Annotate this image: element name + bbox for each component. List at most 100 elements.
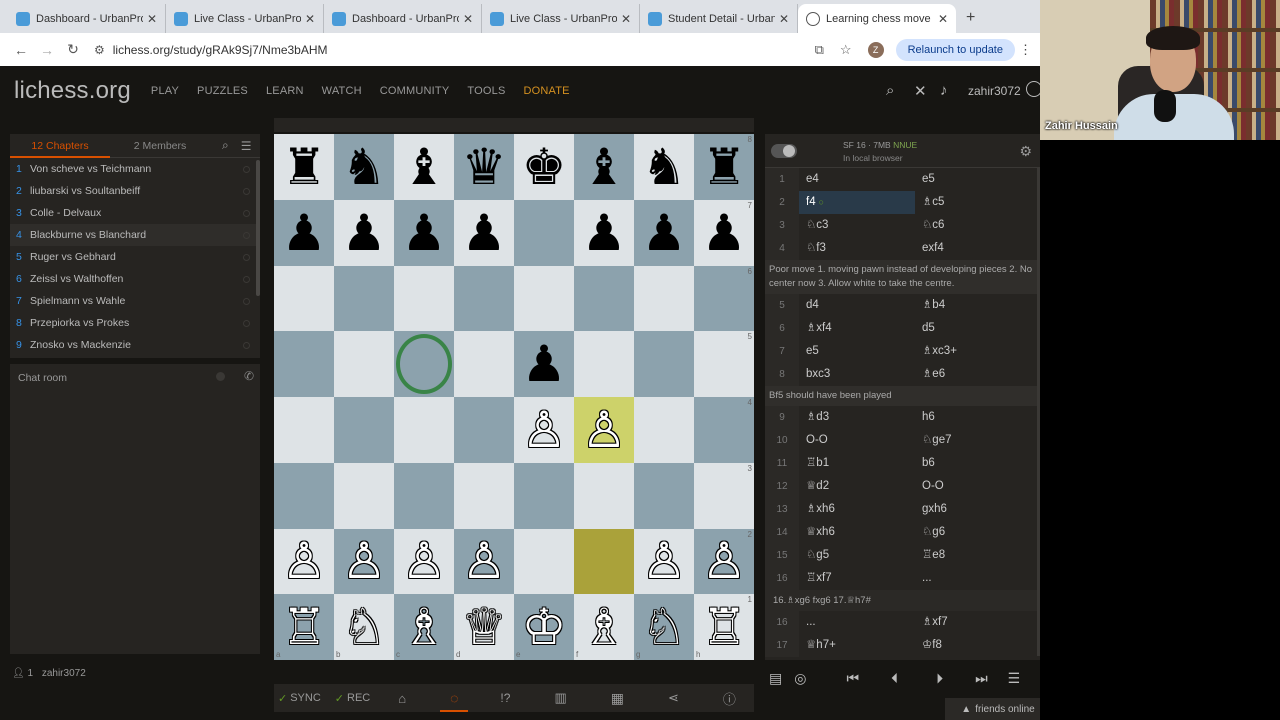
relaunch-button[interactable]: Relaunch to update (895, 38, 1015, 61)
black-move[interactable]: ♗c5 (915, 191, 1031, 214)
chapter-item-active[interactable]: 4 Blackburne vs Blanchard (10, 224, 260, 246)
board-square-b6[interactable] (334, 265, 394, 332)
nav-watch[interactable]: WATCH (322, 85, 362, 97)
browser-tab[interactable]: Live Class - UrbanPro.com ✕ (166, 4, 324, 33)
close-icon[interactable]: ✕ (621, 12, 631, 26)
board-square-a4[interactable] (274, 397, 334, 463)
chapter-item[interactable]: 9 Znosko vs Mackenzie (10, 334, 260, 356)
board-square-b3[interactable] (334, 462, 394, 529)
board-square-d5[interactable] (454, 331, 514, 397)
chess-piece[interactable]: ♞ (642, 142, 687, 192)
white-move[interactable]: e5 (799, 340, 915, 363)
board-square-c6[interactable] (394, 265, 454, 332)
chess-piece[interactable]: ♙ (342, 536, 387, 586)
board-square-h4[interactable]: 4 (694, 397, 754, 463)
chess-piece[interactable]: ♗ (402, 602, 447, 652)
white-move[interactable]: ♘g5 (799, 544, 915, 567)
gear-icon[interactable]: ⚙ (1019, 143, 1032, 160)
white-move[interactable]: ♕xh6 (799, 521, 915, 544)
next-move-icon[interactable]: ⏵ (936, 670, 943, 687)
board-square-f4[interactable]: ♙ (574, 397, 634, 463)
board-square-g7[interactable]: ♟ (634, 199, 694, 266)
chess-piece[interactable]: ♟ (522, 339, 567, 389)
black-move[interactable]: exf4 (915, 237, 1031, 260)
white-move[interactable]: ♗xh6 (799, 498, 915, 521)
browser-tab-active[interactable]: Learning chess move by m ✕ (798, 4, 956, 33)
close-icon[interactable]: ✕ (914, 82, 927, 100)
board-square-b7[interactable]: ♟ (334, 199, 394, 266)
black-move[interactable]: gxh6 (915, 498, 1031, 521)
white-move[interactable]: ♕h7+ (799, 634, 915, 657)
rec-toggle[interactable]: ✓ REC (335, 684, 370, 712)
board-square-b8[interactable]: ♞ (334, 134, 394, 200)
black-move[interactable]: O-O (915, 475, 1031, 498)
chapter-item[interactable]: 2 liubarski vs Soultanbeiff (10, 180, 260, 202)
chart-icon[interactable]: ▥ (554, 684, 566, 712)
black-move[interactable]: e5 (915, 168, 1031, 191)
board-square-d2[interactable]: ♙ (454, 528, 514, 595)
last-move-icon[interactable]: ⏭ (975, 670, 988, 687)
chess-piece[interactable]: ♟ (282, 208, 327, 258)
browser-tab[interactable]: Dashboard - UrbanPro.com ✕ (324, 4, 482, 33)
chess-piece[interactable]: ♜ (702, 142, 747, 192)
chapter-item[interactable]: 3 Colle - Delvaux (10, 202, 260, 224)
chess-piece[interactable]: ♟ (402, 208, 447, 258)
annotate-glyph-icon[interactable]: !? (500, 684, 510, 712)
chess-piece[interactable]: ♝ (582, 142, 627, 192)
black-move[interactable]: ♘ge7 (915, 429, 1031, 452)
board-square-c8[interactable]: ♝ (394, 134, 454, 200)
chess-board[interactable]: ♜ ♞ ♝ ♛ ♚ ♝ ♞ ♜ 8 ♟ ♟ ♟ ♟ ♟ ♟ ♟ 7 6 ♟ 5 ♙ ♙ 4 3 ♙ ♙ ♙ ♙ ♙ ♙ 2 ♖ a ♘ b ♗ c ♕ d ♔… (274, 134, 754, 660)
white-move[interactable]: ♘f3 (799, 237, 915, 260)
chess-piece[interactable]: ♜ (282, 142, 327, 192)
black-move[interactable]: d5 (915, 317, 1031, 340)
chess-piece[interactable]: ♖ (702, 602, 747, 652)
chess-piece[interactable]: ♟ (342, 208, 387, 258)
browser-tab[interactable]: Dashboard - UrbanPro.com ✕ (8, 4, 166, 33)
close-icon[interactable]: ✕ (305, 12, 315, 26)
chess-piece[interactable]: ♙ (462, 536, 507, 586)
chess-piece[interactable]: ♖ (282, 602, 327, 652)
board-square-f3[interactable] (574, 462, 634, 529)
board-square-a6[interactable] (274, 265, 334, 332)
tag-icon[interactable]: ⌂ (398, 684, 406, 712)
board-square-g4[interactable] (634, 397, 694, 463)
board-square-h1[interactable]: ♖ 1 h (694, 594, 754, 660)
nav-play[interactable]: PLAY (151, 85, 179, 97)
chapters-scrollbar[interactable] (256, 160, 260, 296)
forward-icon[interactable]: → (34, 42, 60, 58)
board-square-a7[interactable]: ♟ (274, 199, 334, 266)
board-square-d1[interactable]: ♕ d (454, 594, 514, 660)
chess-piece[interactable]: ♘ (642, 602, 687, 652)
board-square-f7[interactable]: ♟ (574, 199, 634, 266)
chess-piece[interactable]: ♟ (702, 208, 747, 258)
close-icon[interactable]: ✕ (463, 12, 473, 26)
black-move[interactable]: h6 (915, 406, 1031, 429)
chess-piece[interactable]: ♘ (342, 602, 387, 652)
chapter-item[interactable]: 6 Zeissl vs Walthoffen (10, 268, 260, 290)
board-square-e4[interactable]: ♙ (514, 397, 574, 463)
hamburger-menu-icon[interactable]: ☰ (241, 139, 252, 153)
bookmark-star-icon[interactable]: ☆ (840, 42, 852, 58)
chess-piece[interactable]: ♙ (522, 405, 567, 455)
board-square-e3[interactable] (514, 462, 574, 529)
board-square-b2[interactable]: ♙ (334, 528, 394, 595)
notification-bell-icon[interactable]: ♪ (940, 82, 948, 99)
search-icon[interactable]: ⌕ (886, 82, 894, 99)
board-square-b5[interactable] (334, 331, 394, 397)
profile-avatar[interactable]: Z (867, 41, 884, 58)
board-square-d8[interactable]: ♛ (454, 134, 514, 200)
engine-toggle[interactable] (771, 144, 797, 158)
white-move[interactable]: ♖xf7 (799, 567, 915, 590)
nav-learn[interactable]: LEARN (266, 85, 304, 97)
board-square-a1[interactable]: ♖ a (274, 594, 334, 660)
site-logo[interactable]: lichess.org (14, 77, 131, 105)
board-square-c3[interactable] (394, 462, 454, 529)
black-move[interactable]: b6 (915, 452, 1031, 475)
white-move[interactable]: O-O (799, 429, 915, 452)
board-square-h8[interactable]: ♜ 8 (694, 134, 754, 200)
cast-icon[interactable]: ⧉ (815, 42, 824, 58)
white-move[interactable]: ♕d2 (799, 475, 915, 498)
board-square-e7[interactable] (514, 199, 574, 266)
white-move[interactable]: ... (799, 611, 915, 634)
info-icon[interactable]: ⓘ (723, 684, 736, 712)
